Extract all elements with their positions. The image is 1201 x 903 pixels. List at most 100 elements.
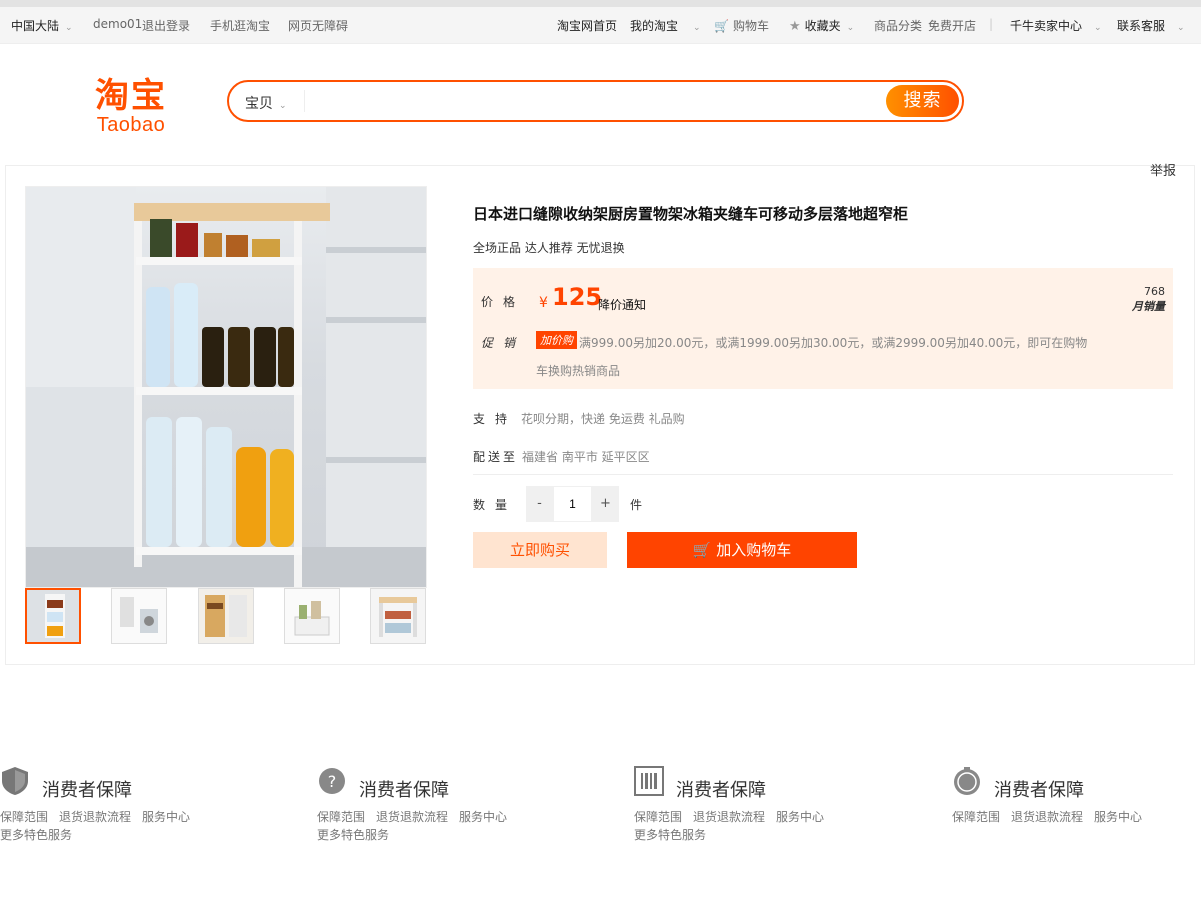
thumbnail-2[interactable]	[111, 588, 167, 644]
seller-center-label: 千牛卖家中心	[1010, 19, 1083, 33]
thumbnail-3[interactable]	[198, 588, 254, 644]
currency-symbol: ¥	[539, 295, 548, 311]
search-input[interactable]	[309, 88, 879, 114]
guarantee-link[interactable]: 退货退款流程	[376, 810, 448, 824]
favorites-label: 收藏夹	[804, 19, 841, 33]
guarantee-title: 消费者保障	[676, 780, 766, 801]
cart-icon: 🛒	[714, 19, 729, 33]
guarantee-link[interactable]: 服务中心	[1094, 810, 1142, 824]
guarantee-title: 消费者保障	[42, 780, 132, 801]
chevron-down-icon: ⌄	[279, 101, 287, 111]
quantity-label: 数量	[473, 498, 518, 512]
home-link[interactable]: 淘宝网首页	[557, 17, 617, 34]
taobao-logo[interactable]: 淘宝 Taobao	[86, 78, 176, 136]
thumbnail-5[interactable]	[370, 588, 426, 644]
guarantee-links: 保障范围 退货退款流程 服务中心	[952, 808, 1153, 825]
username-link[interactable]: demo01	[93, 17, 142, 31]
my-taobao-label: 我的淘宝	[630, 19, 679, 33]
question-icon: ?	[319, 768, 345, 794]
product-subtitle: 全场正品 达人推荐 无忧退换	[473, 241, 625, 255]
monthly-sales-count: 768	[1144, 285, 1165, 298]
guarantee-title: 消费者保障	[994, 780, 1084, 801]
guarantee-link[interactable]: 服务中心	[459, 810, 507, 824]
thumbnail-4[interactable]	[284, 588, 340, 644]
guarantee-link[interactable]: 服务中心	[776, 810, 824, 824]
promo-tag: 加价购	[536, 331, 577, 349]
report-link[interactable]: 举报	[1150, 160, 1176, 179]
open-shop-link[interactable]: 免费开店	[928, 17, 976, 34]
guarantee-links: 保障范围 退货退款流程 服务中心	[317, 808, 518, 825]
guarantee-link[interactable]: 保障范围	[0, 810, 48, 824]
thumbnail-image	[27, 590, 79, 642]
thumbnail-image	[199, 589, 253, 643]
cart-icon: 🛒	[692, 541, 712, 559]
search-separator	[304, 90, 305, 112]
thumbnail-image	[371, 589, 425, 643]
shipping-location-selector[interactable]: 福建省 南平市 延平区区	[522, 450, 650, 464]
search-bar: 宝贝 ⌄ 搜索	[227, 80, 964, 122]
logout-link[interactable]: 退出登录	[142, 17, 190, 34]
favorites-menu[interactable]: ★ 收藏夹 ⌄	[789, 17, 854, 34]
search-category-selector[interactable]: 宝贝 ⌄	[245, 93, 287, 113]
chevron-down-icon: ⌄	[1094, 23, 1102, 33]
guarantee-link[interactable]: 退货退款流程	[693, 810, 765, 824]
price-notice-link[interactable]: 降价通知	[598, 296, 646, 313]
guarantee-more-link[interactable]: 更多特色服务	[317, 826, 389, 843]
guarantee-link[interactable]: 保障范围	[634, 810, 682, 824]
quantity-increase-button[interactable]: +	[592, 486, 619, 522]
categories-link[interactable]: 商品分类	[874, 17, 922, 34]
shipping-label: 配送至	[473, 450, 519, 464]
guarantee-link[interactable]: 退货退款流程	[1011, 810, 1083, 824]
guarantee-links: 保障范围 退货退款流程 服务中心	[0, 808, 201, 825]
thumbnail-1[interactable]	[25, 588, 81, 644]
guarantee-link[interactable]: 退货退款流程	[59, 810, 131, 824]
guarantee-more-link[interactable]: 更多特色服务	[0, 826, 72, 843]
add-to-cart-button[interactable]: 🛒 加入购物车	[627, 532, 857, 568]
contact-menu[interactable]: 联系客服 ⌄	[1117, 17, 1185, 34]
divider	[473, 474, 1173, 475]
support-label: 支持	[473, 412, 518, 426]
quantity-input[interactable]	[553, 486, 592, 522]
contact-label: 联系客服	[1117, 19, 1166, 33]
product-illustration	[26, 187, 426, 587]
guarantee-more-link[interactable]: 更多特色服务	[634, 826, 706, 843]
price-panel: 价格 ¥ 125 降价通知 768 月销量 促销 加价购 满999.00另加20…	[473, 268, 1173, 389]
star-icon: ★	[789, 19, 801, 34]
guarantee-link[interactable]: 保障范围	[317, 810, 365, 824]
chevron-down-icon: ⌄	[1177, 23, 1185, 33]
guarantee-link[interactable]: 服务中心	[142, 810, 190, 824]
divider: |	[989, 17, 994, 31]
price-label: 价格	[481, 295, 526, 309]
monthly-sales-label: 月销量	[1132, 300, 1165, 313]
shipping-row: 配送至 福建省 南平市 延平区区	[473, 448, 650, 465]
region-selector[interactable]: 中国大陆 ⌄	[11, 17, 73, 34]
guarantee-title: 消费者保障	[359, 780, 449, 801]
seller-center-menu[interactable]: 千牛卖家中心 ⌄	[1010, 17, 1102, 34]
search-button[interactable]: 搜索	[886, 85, 959, 117]
logo-zh: 淘宝	[95, 76, 167, 116]
mobile-link[interactable]: 手机逛淘宝	[210, 17, 270, 34]
guarantee-links: 保障范围 退货退款流程 服务中心	[634, 808, 835, 825]
product-title: 日本进口缝隙收纳架厨房置物架冰箱夹缝车可移动多层落地超窄柜	[473, 205, 909, 223]
guarantee-link[interactable]: 保障范围	[952, 810, 1000, 824]
quantity-unit: 件	[630, 498, 643, 512]
cart-link[interactable]: 🛒 购物车	[714, 17, 769, 34]
region-label: 中国大陆	[11, 19, 60, 33]
shield-icon	[2, 767, 28, 795]
site-nav: 中国大陆 ⌄ demo01 退出登录 手机逛淘宝 网页无障碍 淘宝网首页 我的淘宝…	[0, 0, 1201, 44]
add-to-cart-label: 加入购物车	[716, 541, 792, 559]
thumbnail-image	[285, 589, 339, 643]
buy-now-button[interactable]: 立即购买	[473, 532, 607, 568]
support-row: 支持 花呗分期，快递 免运费 礼品购	[473, 410, 685, 427]
promo-text-continued: 车换购热销商品	[536, 364, 621, 378]
product-main-image[interactable]	[25, 186, 427, 588]
cart-label: 购物车	[732, 19, 769, 33]
chevron-down-icon: ⌄	[846, 23, 855, 33]
chevron-down-icon: ⌄	[65, 23, 73, 33]
my-taobao-menu[interactable]: 我的淘宝 ⌄	[630, 17, 701, 34]
price-value: 125	[552, 283, 603, 311]
promo-label: 促销	[481, 336, 526, 350]
accessibility-link[interactable]: 网页无障碍	[288, 17, 348, 34]
quantity-decrease-button[interactable]: -	[526, 486, 553, 522]
logo-en: Taobao	[96, 114, 166, 136]
